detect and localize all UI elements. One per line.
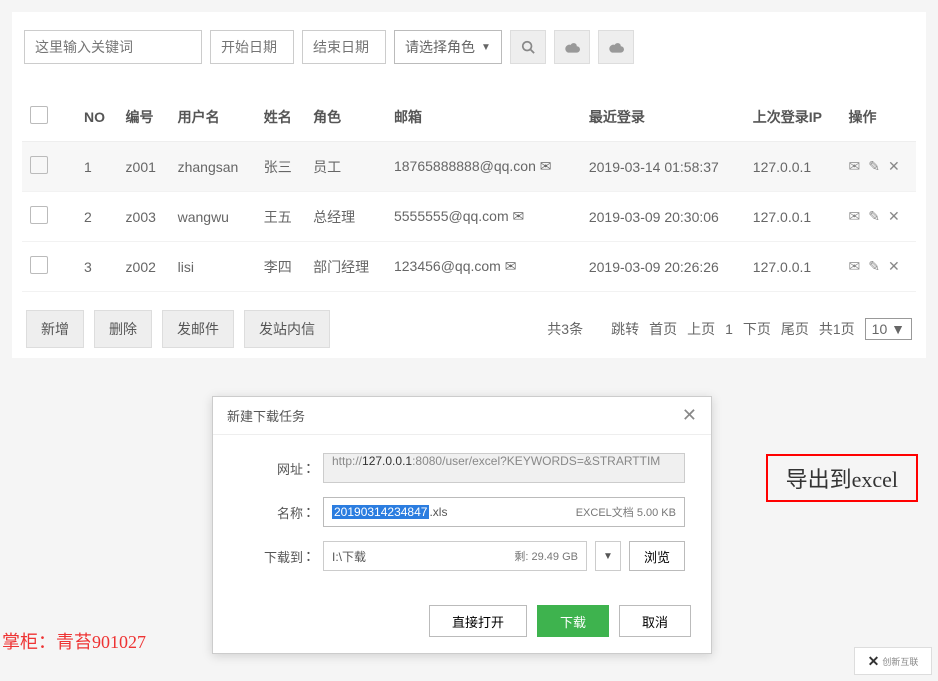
cloud-upload-button[interactable] bbox=[598, 30, 634, 64]
role-select[interactable]: 请选择角色 ▼ bbox=[394, 30, 502, 64]
cell-login: 2019-03-14 01:58:37 bbox=[581, 142, 745, 192]
select-all-checkbox[interactable] bbox=[30, 106, 48, 124]
cell-name: 张三 bbox=[256, 142, 305, 192]
cell-login: 2019-03-09 20:30:06 bbox=[581, 192, 745, 242]
envelope-icon[interactable]: ✉ bbox=[513, 208, 525, 224]
envelope-icon[interactable]: ✉ bbox=[505, 258, 517, 274]
edit-icon[interactable]: ✎ bbox=[868, 208, 880, 225]
pager-size-select[interactable]: 10 ▼ bbox=[865, 318, 912, 340]
row-checkbox[interactable] bbox=[30, 256, 48, 274]
pager-next[interactable]: 下页 bbox=[743, 319, 771, 339]
mail-icon[interactable]: ✉ bbox=[848, 208, 860, 225]
pager-current: 1 bbox=[725, 321, 733, 337]
mail-icon[interactable]: ✉ bbox=[848, 258, 860, 275]
search-button[interactable] bbox=[510, 30, 546, 64]
col-name: 姓名 bbox=[256, 92, 305, 142]
col-email: 邮箱 bbox=[386, 92, 581, 142]
cell-user: zhangsan bbox=[170, 142, 256, 192]
pagination: 共3条 跳转 首页 上页 1 下页 尾页 共1页 10 ▼ bbox=[547, 318, 912, 340]
user-table: NO 编号 用户名 姓名 角色 邮箱 最近登录 上次登录IP 操作 1z001z… bbox=[22, 92, 916, 292]
search-icon bbox=[521, 40, 535, 54]
cell-name: 王五 bbox=[256, 192, 305, 242]
pager-last[interactable]: 尾页 bbox=[781, 319, 809, 339]
delete-button[interactable]: 删除 bbox=[94, 310, 152, 348]
table-row[interactable]: 2z003wangwu王五总经理5555555@qq.com ✉2019-03-… bbox=[22, 192, 916, 242]
cell-no: 1 bbox=[76, 142, 118, 192]
dialog-title: 新建下载任务 bbox=[227, 406, 305, 425]
chevron-down-icon: ▼ bbox=[481, 42, 491, 53]
close-icon[interactable]: ✕ bbox=[682, 405, 697, 426]
cloud-download-icon bbox=[564, 41, 580, 53]
pager-summary: 共3条 bbox=[547, 319, 583, 339]
browse-button[interactable]: 浏览 bbox=[629, 541, 685, 571]
table-row[interactable]: 1z001zhangsan张三员工18765888888@qq.con ✉201… bbox=[22, 142, 916, 192]
add-button[interactable]: 新增 bbox=[26, 310, 84, 348]
col-role: 角色 bbox=[305, 92, 386, 142]
col-last-login: 最近登录 bbox=[581, 92, 745, 142]
cancel-button[interactable]: 取消 bbox=[619, 605, 691, 637]
cell-email: 123456@qq.com ✉ bbox=[386, 242, 581, 292]
role-select-label: 请选择角色 bbox=[405, 37, 475, 57]
col-username: 用户名 bbox=[170, 92, 256, 142]
cell-email: 5555555@qq.com ✉ bbox=[386, 192, 581, 242]
start-date-input[interactable] bbox=[210, 30, 294, 64]
col-code: 编号 bbox=[118, 92, 170, 142]
callout-export-excel: 导出到excel bbox=[766, 454, 918, 502]
col-ops: 操作 bbox=[840, 92, 916, 142]
url-label: 网址 bbox=[239, 459, 303, 478]
cell-user: wangwu bbox=[170, 192, 256, 242]
pager-first[interactable]: 首页 bbox=[649, 319, 677, 339]
watermark-logo: ✕创新互联 bbox=[854, 647, 932, 675]
cell-name: 李四 bbox=[256, 242, 305, 292]
row-checkbox[interactable] bbox=[30, 156, 48, 174]
table-row[interactable]: 3z002lisi李四部门经理123456@qq.com ✉2019-03-09… bbox=[22, 242, 916, 292]
cell-email: 18765888888@qq.con ✉ bbox=[386, 142, 581, 192]
cloud-upload-icon bbox=[608, 41, 624, 53]
edit-icon[interactable]: ✎ bbox=[868, 258, 880, 275]
download-path-input[interactable]: I:\下载 剩: 29.49 GB bbox=[323, 541, 587, 571]
filename-selected: 20190314234847 bbox=[332, 505, 429, 519]
delete-icon[interactable]: ✕ bbox=[888, 258, 900, 275]
send-message-button[interactable]: 发站内信 bbox=[244, 310, 330, 348]
col-last-ip: 上次登录IP bbox=[745, 92, 841, 142]
delete-icon[interactable]: ✕ bbox=[888, 208, 900, 225]
cell-no: 2 bbox=[76, 192, 118, 242]
pager-jump[interactable]: 跳转 bbox=[611, 319, 639, 339]
send-email-button[interactable]: 发邮件 bbox=[162, 310, 234, 348]
edit-icon[interactable]: ✎ bbox=[868, 158, 880, 175]
download-button[interactable]: 下载 bbox=[537, 605, 609, 637]
end-date-input[interactable] bbox=[302, 30, 386, 64]
author-label: 掌柜：青苔901027 bbox=[2, 628, 146, 654]
cell-user: lisi bbox=[170, 242, 256, 292]
cell-role: 总经理 bbox=[305, 192, 386, 242]
url-input[interactable]: http://127.0.0.1:8080/user/excel?KEYWORD… bbox=[323, 453, 685, 483]
delete-icon[interactable]: ✕ bbox=[888, 158, 900, 175]
open-directly-button[interactable]: 直接打开 bbox=[429, 605, 527, 637]
filename-input[interactable]: 20190314234847.xls EXCEL文档 5.00 KB bbox=[323, 497, 685, 527]
cloud-download-button[interactable] bbox=[554, 30, 590, 64]
cell-role: 员工 bbox=[305, 142, 386, 192]
cell-ip: 127.0.0.1 bbox=[745, 242, 841, 292]
chevron-down-icon[interactable]: ▼ bbox=[595, 541, 621, 571]
name-label: 名称 bbox=[239, 503, 303, 522]
cell-code: z003 bbox=[118, 192, 170, 242]
col-no: NO bbox=[76, 92, 118, 142]
envelope-icon[interactable]: ✉ bbox=[540, 158, 552, 174]
pager-prev[interactable]: 上页 bbox=[687, 319, 715, 339]
cell-ip: 127.0.0.1 bbox=[745, 192, 841, 242]
cell-code: z001 bbox=[118, 142, 170, 192]
cell-role: 部门经理 bbox=[305, 242, 386, 292]
download-dialog: 新建下载任务 ✕ 网址： http://127.0.0.1:8080/user/… bbox=[212, 396, 712, 654]
download-to-label: 下载到 bbox=[239, 547, 303, 566]
cell-no: 3 bbox=[76, 242, 118, 292]
pager-total: 共1页 bbox=[819, 319, 855, 339]
file-meta: EXCEL文档 5.00 KB bbox=[576, 504, 676, 520]
cell-login: 2019-03-09 20:26:26 bbox=[581, 242, 745, 292]
mail-icon[interactable]: ✉ bbox=[848, 158, 860, 175]
cell-code: z002 bbox=[118, 242, 170, 292]
keyword-input[interactable] bbox=[24, 30, 202, 64]
row-checkbox[interactable] bbox=[30, 206, 48, 224]
cell-ip: 127.0.0.1 bbox=[745, 142, 841, 192]
